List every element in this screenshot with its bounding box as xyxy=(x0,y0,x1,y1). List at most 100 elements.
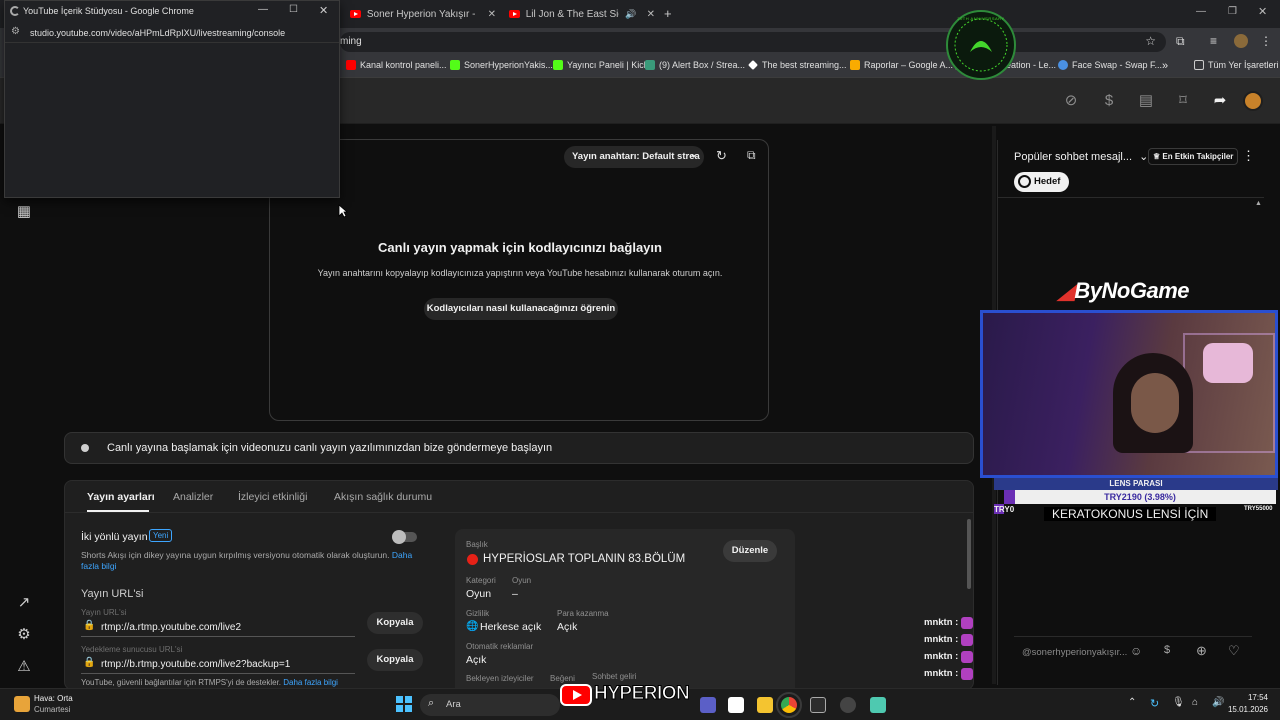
bookmark-star-icon[interactable]: ☆ xyxy=(1145,34,1156,48)
monetization-off-icon[interactable]: ⊘ xyxy=(1062,92,1080,110)
notepad-icon[interactable] xyxy=(870,697,886,713)
speaker-icon[interactable]: 🔊 xyxy=(625,9,636,20)
scroll-up-icon[interactable]: ▲ xyxy=(1255,200,1262,207)
popup-chrome-window[interactable]: YouTube İçerik Stüdyosu - Google Chrome … xyxy=(4,0,340,198)
share-icon[interactable]: ➦ xyxy=(1211,92,1229,110)
bookmark-item[interactable]: (9) Alert Box / Strea... xyxy=(645,60,745,70)
chrome-icon[interactable] xyxy=(776,692,802,718)
sync-icon[interactable]: ↻ xyxy=(1150,697,1159,710)
file-explorer-icon[interactable] xyxy=(757,697,773,713)
capcut-icon[interactable] xyxy=(728,697,744,713)
windows-logo-icon xyxy=(396,696,412,712)
close-tab-icon[interactable]: ✕ xyxy=(488,9,496,20)
copy-url-button[interactable]: Kopyala xyxy=(367,612,423,634)
shelf xyxy=(1183,333,1275,453)
menu-dots-icon[interactable]: ⋮ xyxy=(1260,34,1272,48)
tab-analytics[interactable]: Analizler xyxy=(173,491,213,503)
bookmark-item[interactable]: Face Swap - Swap F... xyxy=(1058,60,1162,70)
privacy-label: Gizlilik xyxy=(466,609,490,618)
close-tab-icon[interactable]: ✕ xyxy=(647,9,655,20)
media-control-icon[interactable]: ≡ xyxy=(1210,34,1217,48)
obs-icon[interactable] xyxy=(840,697,856,713)
maximize-icon[interactable]: ❐ xyxy=(1228,6,1237,17)
more-info-link[interactable]: Daha fazla bilgi xyxy=(283,678,338,687)
youtube-icon xyxy=(346,60,356,70)
more-bookmarks-icon[interactable]: » xyxy=(1162,60,1168,72)
popup-content xyxy=(5,43,339,197)
minimize-icon[interactable]: — xyxy=(1196,6,1206,17)
app-icon[interactable] xyxy=(810,697,826,713)
bookmark-item[interactable]: Raporlar – Google A... xyxy=(850,60,953,70)
chat-mode-select[interactable]: Popüler sohbet mesajl... ⌄ xyxy=(1014,150,1148,163)
microphone-icon[interactable]: 🎙 xyxy=(1172,697,1185,708)
tab-stream-settings[interactable]: Yayın ayarları xyxy=(87,491,155,503)
copy-icon[interactable]: ⧉ xyxy=(747,148,756,163)
calendar-icon[interactable]: ▦ xyxy=(14,202,34,222)
taskbar-search[interactable]: ⌕ Ara xyxy=(420,694,560,716)
weather-condition[interactable]: Hava: Orta xyxy=(34,694,73,703)
goal-button[interactable]: Hedef xyxy=(1014,172,1069,192)
tab-stream-health[interactable]: Akışın sağlık durumu xyxy=(334,491,432,503)
settings-icon[interactable]: ⚙ xyxy=(14,625,34,645)
auto-ads-label: Otomatik reklamlar xyxy=(466,642,534,651)
minimize-icon[interactable]: — xyxy=(258,4,268,15)
address-bar[interactable]: ming ☆ xyxy=(340,32,1166,52)
bookmark-item[interactable]: The best streaming... xyxy=(748,60,847,70)
tab-lil-jon[interactable]: Lil Jon & The East Side Boy 🔊 ✕ xyxy=(503,3,661,25)
backup-url-field[interactable]: rtmp://b.rtmp.youtube.com/live2?backup=1 xyxy=(101,659,290,670)
bookmark-item[interactable]: SonerHyperionYakis... xyxy=(450,60,553,70)
close-icon[interactable]: ✕ xyxy=(319,4,328,17)
popup-url-bar[interactable]: ⚙ studio.youtube.com/video/aHPmLdRpIXU/l… xyxy=(5,23,339,43)
bookmark-item[interactable]: Kanal kontrol paneli... xyxy=(346,60,447,70)
overlay-chat-user: mnktn : xyxy=(924,614,984,631)
close-window-icon[interactable]: ✕ xyxy=(1258,5,1267,18)
add-icon[interactable]: ⊕ xyxy=(1196,643,1207,659)
profile-avatar[interactable] xyxy=(1234,34,1248,48)
teams-icon[interactable] xyxy=(700,697,716,713)
new-badge: Yeni xyxy=(149,529,173,542)
badge-text: 20TH ANNIVERSARY xyxy=(957,16,1005,21)
folder-icon xyxy=(1194,60,1204,70)
stream-key-select[interactable]: Yayın anahtarı: Default strea ⌄ xyxy=(564,146,704,168)
bookmark-item[interactable]: Yayıncı Paneli | Kick xyxy=(553,60,648,70)
extensions-icon[interactable]: ⧉ xyxy=(1176,34,1185,49)
backup-field-label: Yedekleme sunucusu URL'si xyxy=(81,645,183,654)
chevron-up-icon[interactable]: ⌃ xyxy=(1128,697,1136,708)
url-section-title: Yayın URL'si xyxy=(81,588,144,600)
top-fans-button[interactable]: ♕ En Etkin Takipçiler xyxy=(1148,148,1239,165)
diamond-icon xyxy=(748,60,758,70)
two-way-toggle[interactable] xyxy=(392,530,417,544)
clock-time[interactable]: 17:54 xyxy=(1228,693,1268,702)
monetization-icon[interactable]: $ xyxy=(1100,92,1118,110)
emoji-icon[interactable]: ☺ xyxy=(1130,644,1142,658)
tab-soner-hyperion[interactable]: Soner Hyperion Yakışır - YouTub ✕ xyxy=(344,3,502,25)
youtube-icon xyxy=(509,10,520,18)
user-avatar-icon xyxy=(961,667,974,680)
chat-input[interactable]: @sonerhyperionyakışır... xyxy=(1022,647,1127,658)
settings-scrollbar[interactable] xyxy=(967,519,971,589)
windows-start-icon[interactable] xyxy=(396,696,412,712)
heart-icon[interactable]: ♡ xyxy=(1228,643,1240,659)
external-link-icon[interactable]: ↗ xyxy=(14,593,34,613)
learn-encoders-button[interactable]: Kodlayıcıları nasıl kullanacağınızı öğre… xyxy=(424,298,618,320)
feedback-icon[interactable]: ⚠ xyxy=(14,657,34,677)
copy-backup-button[interactable]: Kopyala xyxy=(367,649,423,671)
stream-url-field[interactable]: rtmp://a.rtmp.youtube.com/live2 xyxy=(101,622,241,633)
bookmark-icon[interactable]: ⌑ xyxy=(1174,92,1192,110)
super-chat-icon[interactable]: $ xyxy=(1164,644,1170,656)
clock-date[interactable]: 15.01.2026 xyxy=(1222,705,1268,714)
lens-caption: KERATOKONUS LENSİ İÇİN xyxy=(1044,507,1217,521)
network-icon[interactable]: ⌂ xyxy=(1192,697,1198,708)
new-tab-icon[interactable]: + xyxy=(664,6,672,21)
site-info-icon[interactable]: ⚙ xyxy=(11,26,20,37)
chat-menu-icon[interactable]: ⋮ xyxy=(1242,148,1255,164)
maximize-icon[interactable]: ☐ xyxy=(289,4,298,15)
tab-viewer-activity[interactable]: İzleyici etkinliği xyxy=(238,491,307,503)
all-bookmarks-folder[interactable]: Tüm Yer İşaretleri xyxy=(1194,60,1279,70)
channel-avatar[interactable] xyxy=(1243,91,1263,111)
edit-button[interactable]: Düzenle xyxy=(723,540,777,562)
windows-taskbar: Hava: Orta Cumartesi ⌕ Ara HYPERION ⌃ ↻ … xyxy=(0,683,1280,720)
refresh-icon[interactable]: ↻ xyxy=(716,148,727,164)
live-control-icon[interactable]: ▤ xyxy=(1137,92,1155,110)
record-dot-icon xyxy=(467,554,478,565)
